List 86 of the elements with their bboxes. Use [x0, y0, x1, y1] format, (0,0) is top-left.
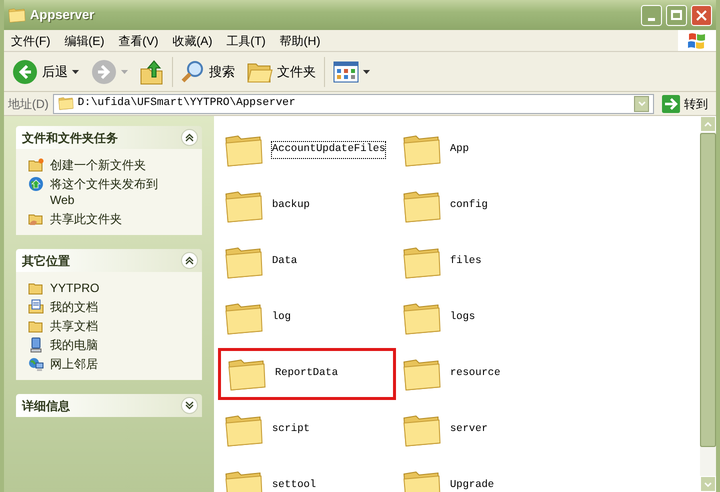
- menu-item[interactable]: 收藏(A): [165, 30, 220, 51]
- scrollbar[interactable]: [700, 116, 716, 492]
- folders-icon: [247, 60, 273, 82]
- address-field[interactable]: D:\ufida\UFSmart\YYTPRO\Appserver: [52, 94, 654, 114]
- folder-item[interactable]: resource: [396, 346, 574, 402]
- folder-item[interactable]: Upgrade: [396, 458, 574, 492]
- task-link[interactable]: 共享文档: [28, 318, 190, 334]
- folder-item[interactable]: config: [396, 178, 574, 234]
- windows-flag-icon: [687, 32, 707, 50]
- documents-icon: [28, 299, 44, 315]
- task-link[interactable]: 创建一个新文件夹: [28, 157, 190, 173]
- task-link[interactable]: 我的电脑: [28, 337, 190, 353]
- dropdown-button[interactable]: [634, 96, 649, 112]
- panel-title: 文件和文件夹任务: [22, 130, 118, 146]
- network-icon: [28, 356, 44, 372]
- views-icon: [333, 60, 359, 82]
- task-link[interactable]: 网上邻居: [28, 356, 190, 372]
- folder-icon: [8, 6, 26, 24]
- chevron-icon: [185, 133, 194, 142]
- folder-icon: [28, 157, 44, 173]
- folder-name: settool: [272, 478, 316, 492]
- collapse-button[interactable]: [181, 252, 198, 269]
- folder-item[interactable]: log: [218, 290, 396, 346]
- caret-icon: [363, 70, 370, 74]
- maximize-button[interactable]: [666, 4, 687, 26]
- folder-item[interactable]: server: [396, 402, 574, 458]
- folder-name: ReportData: [275, 366, 338, 382]
- folder-name: Data: [272, 254, 298, 270]
- close-icon: [696, 10, 707, 20]
- scroll-up-button[interactable]: [700, 116, 716, 132]
- scroll-down-button[interactable]: [700, 476, 716, 492]
- folder-item[interactable]: script: [218, 402, 396, 458]
- folder-icon: [58, 96, 74, 111]
- folder-item[interactable]: backup: [218, 178, 396, 234]
- panel-title: 详细信息: [22, 398, 70, 414]
- task-link[interactable]: 我的文档: [28, 299, 190, 315]
- menu-item[interactable]: 查看(V): [111, 30, 166, 51]
- window-title: Appserver: [30, 6, 96, 24]
- back-button[interactable]: 后退: [8, 56, 83, 88]
- caret-icon: [121, 70, 128, 74]
- panel-title: 其它位置: [22, 252, 70, 270]
- go-button[interactable]: 转到: [658, 94, 712, 112]
- folder-name: resource: [450, 366, 500, 382]
- folder-name: Upgrade: [450, 478, 494, 492]
- folder-up-icon: [140, 58, 164, 84]
- scroll-thumb[interactable]: [700, 133, 716, 447]
- chevron-icon: [704, 122, 712, 126]
- folder-name: config: [450, 198, 488, 214]
- arrow-icon: [662, 94, 680, 112]
- address-label: 地址(D): [8, 96, 49, 112]
- folder-name: files: [450, 254, 482, 270]
- folder-item[interactable]: ReportData: [218, 348, 396, 400]
- menu-item[interactable]: 工具(T): [219, 30, 273, 51]
- folder-item[interactable]: settool: [218, 458, 396, 492]
- collapse-button[interactable]: [181, 129, 198, 146]
- folder-name: logs: [450, 310, 476, 326]
- search-button[interactable]: 搜索: [177, 56, 239, 88]
- chevron-icon: [704, 482, 712, 486]
- folder-name: AccountUpdateFiles: [272, 142, 386, 158]
- chevron-icon: [185, 401, 194, 410]
- folder-name: server: [450, 422, 488, 438]
- computer-icon: [28, 337, 44, 353]
- search-icon: [181, 60, 205, 84]
- folder-name: log: [272, 310, 291, 326]
- caret-icon: [72, 70, 79, 74]
- folder-name: script: [272, 422, 310, 438]
- folder-name: backup: [272, 198, 310, 214]
- folder-name: App: [450, 142, 469, 158]
- folder-item[interactable]: Data: [218, 234, 396, 290]
- folder-item[interactable]: logs: [396, 290, 574, 346]
- folder-item[interactable]: App: [396, 122, 574, 178]
- expand-button[interactable]: [181, 397, 198, 414]
- folders-button[interactable]: 文件夹: [243, 56, 320, 88]
- minimize-button[interactable]: [641, 4, 662, 26]
- chevron-icon: [185, 256, 194, 265]
- close-button[interactable]: [691, 4, 712, 26]
- folder-item[interactable]: AccountUpdateFiles: [218, 122, 396, 178]
- task-link[interactable]: 将这个文件夹发布到 Web: [28, 176, 190, 208]
- globe-icon: [28, 176, 44, 192]
- task-link[interactable]: 共享此文件夹: [28, 211, 190, 227]
- menu-item[interactable]: 帮助(H): [272, 30, 328, 51]
- chevron-icon: [638, 101, 646, 106]
- menu-item[interactable]: 文件(F): [4, 30, 58, 51]
- task-link[interactable]: YYTPRO: [28, 280, 190, 296]
- menu-item[interactable]: 编辑(E): [57, 30, 112, 51]
- folder-item[interactable]: files: [396, 234, 574, 290]
